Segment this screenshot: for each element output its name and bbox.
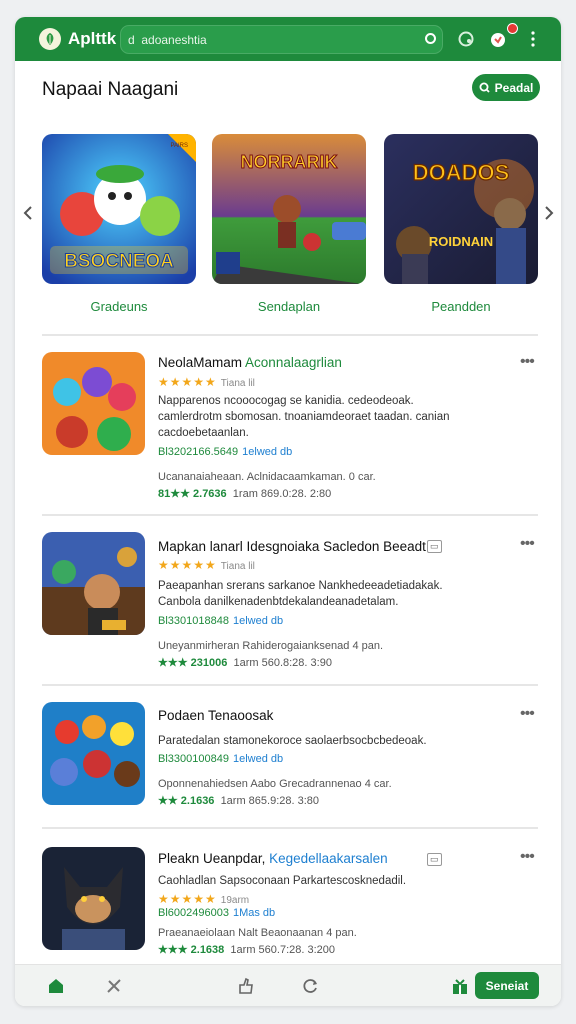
search-bar[interactable] [120,25,443,54]
app-meta-4: Praeanaeiolaan Nalt Beaonaanan 4 pan. [158,927,357,939]
divider [42,684,538,686]
app-icon-1[interactable] [42,352,145,455]
notifications-icon[interactable] [488,29,508,49]
svg-text:BSOCNEOA: BSOCNEOA [64,251,174,272]
app-price-4: Bl6002496003 1Mas db [158,907,276,919]
more-options-icon[interactable]: ••• [520,705,535,723]
svg-text:PAIRS: PAIRS [170,143,188,149]
featured-art-1: BSOCNEOA PAIRS [42,134,196,284]
featured-art-3: DOADOS ROIDNAIN [384,134,538,284]
app-name: Aplttk [68,29,117,48]
featured-label-2[interactable]: Sendaplan [212,299,366,314]
search-icon [479,82,490,93]
notification-badge [507,23,518,34]
featured-card-2[interactable]: NORRARIK [212,134,366,284]
chevron-left-icon [23,206,32,220]
divider [42,334,538,336]
app-description-1: Napparenos ncooocogag se kanidia. cedeod… [158,395,450,439]
featured-label-1[interactable]: Gradeuns [42,299,196,314]
bottom-navigation: Seneiat [15,964,561,1006]
more-options-icon[interactable]: ••• [520,535,535,553]
header-action-label: Peadal [494,80,534,95]
app-meta-2: Uneyanmirheran Rahiderogaianksenad 4 pan… [158,640,384,652]
app-title-3[interactable]: Podaen Tenaoosak [158,708,273,723]
app-description-4: Caohladlan Sapsoconaan Parkartescoskneda… [158,875,407,887]
app-icon-3[interactable] [42,702,145,805]
refresh-icon[interactable] [301,976,321,996]
phone-screen: Aplttk Napaai Naagani Peadal [15,17,561,1006]
header-action-button[interactable]: Peadal [472,74,540,101]
more-options-icon[interactable]: ••• [520,353,535,371]
rating-stars-1: ★★★★★ Tiana lil [158,375,255,389]
thumbs-up-icon[interactable] [236,976,256,996]
app-title-4[interactable]: Pleakn Ueanpdar, Kegedellaakarsalen [158,851,388,866]
app-icon-4[interactable] [42,847,145,950]
app-price-1: Bl3202166.5649 1elwed db [158,446,293,458]
app-footer-4: ★★★ 2.1638 1arm 560.7:28. 3:200 [158,944,335,956]
app-price-3: Bl3300100849 1elwed db [158,753,284,765]
featured-card-3[interactable]: DOADOS ROIDNAIN [384,134,538,284]
carousel-next-button[interactable] [541,200,557,226]
featured-art-2: NORRARIK [212,134,366,284]
app-description-3: Paratedalan stamonekoroce saolaerbsocbcb… [158,735,427,747]
app-icon-2[interactable] [42,532,145,635]
search-input[interactable] [126,29,420,51]
svg-text:NORRARIK: NORRARIK [241,152,338,172]
app-footer-3: ★★ 2.1636 1arm 865.9:28. 3:80 [158,795,320,807]
ad-tag-icon: ▭ [427,853,442,866]
svg-text:ROIDNAIN: ROIDNAIN [429,234,493,249]
more-options-icon[interactable]: ••• [520,848,535,866]
app-footer-2: ★★★ 231006 1arm 560.8:28. 3:90 [158,657,332,669]
app-subtitle-4: Kegedellaakarsalen [269,851,388,866]
app-title-2[interactable]: Mapkan lanarl Idesgnoiaka Sacledon Beead… [158,539,426,554]
palette-icon[interactable] [456,29,476,49]
divider [42,514,538,516]
more-vert-icon[interactable] [524,29,542,49]
featured-card-1[interactable]: BSOCNEOA PAIRS [42,134,196,284]
app-title-1[interactable]: NeolaMamam Aconnalaagrlian [158,355,342,370]
app-meta-1: Ucananaiaheaan. Aclnidacaamkaman. 0 car. [158,471,376,483]
tools-icon[interactable] [104,976,124,996]
rating-stars-2: ★★★★★ Tiana lil [158,558,255,572]
ad-tag-icon: ▭ [427,540,442,553]
app-footer-1: 81★★ 2.7636 1ram 869.0:28. 2:80 [158,488,332,500]
home-icon[interactable] [46,976,66,996]
section-title: Napaai Naagani [42,79,179,100]
svg-text:DOADOS: DOADOS [413,160,510,185]
app-meta-3: Oponnenahiedsen Aabo Grecadrannenao 4 ca… [158,778,392,790]
search-icon[interactable] [424,32,437,45]
bottom-action-button[interactable]: Seneiat [475,972,539,999]
carousel-prev-button[interactable] [20,200,36,226]
top-app-bar: Aplttk [15,17,561,61]
leaf-icon [39,28,61,50]
app-description-2: Paeapanhan srerans sarkanoe Nankhedeeade… [158,580,443,608]
rating-stars-4: ★★★★★ 19arm [158,892,250,906]
app-subtitle-1: Aconnalaagrlian [245,355,342,370]
app-price-2: Bl3301018848 1elwed db [158,615,284,627]
gift-icon[interactable] [450,976,470,996]
chevron-right-icon [545,206,554,220]
featured-label-3[interactable]: Peandden [384,299,538,314]
divider [42,827,538,829]
